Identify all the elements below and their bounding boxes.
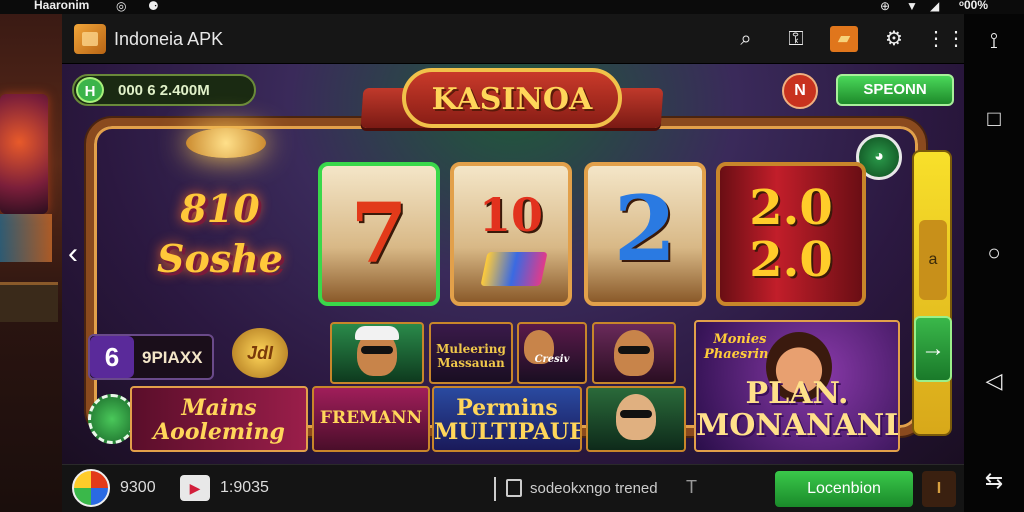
document-icon[interactable] xyxy=(506,479,522,497)
tile-caption: PLAN. MONANANL xyxy=(696,376,900,443)
game-tile-player-5[interactable] xyxy=(586,386,686,452)
bottom-counter-1: 9300 xyxy=(120,479,156,496)
lock-person-icon[interactable]: ⚿ xyxy=(782,26,810,52)
location-button[interactable]: Locenbion xyxy=(775,471,913,507)
menu-button[interactable]: I xyxy=(922,471,956,507)
game-ball-icon[interactable] xyxy=(72,469,110,507)
notification-icon-2: ⚈ xyxy=(148,0,159,13)
screen: Haaronim ◎ ⚈ ⊕ ▼ ◢ ᵒ00% Indoneia APK ⌕ ⚿… xyxy=(0,0,1024,512)
tile-caption: Permins MULTIPAUEN xyxy=(434,395,580,445)
wifi-icon: ⊕ xyxy=(880,0,891,13)
close-button[interactable]: N xyxy=(782,73,818,109)
player-avatar xyxy=(614,330,654,376)
game-tile-3[interactable]: Cresiv xyxy=(517,322,587,384)
app-bar: Indoneia APK ⌕ ⚿ ▰ ⚙ ⋮⋮ xyxy=(62,14,966,64)
circle-icon[interactable]: ○ xyxy=(964,240,1024,266)
system-nav-bar: ⟟ □ ○ ◁ ⇆ xyxy=(964,14,1024,512)
reel-4: 2.0 2.0 xyxy=(716,162,866,306)
reel-3: 2 xyxy=(584,162,706,306)
rotate-icon[interactable]: ⇆ xyxy=(964,468,1024,494)
bottom-status-text: sodeokxngo trened xyxy=(530,480,658,497)
background-slot-screen xyxy=(0,94,48,214)
game-tile-mains[interactable]: Mains Aooleming xyxy=(130,386,308,452)
battery-icon: ◢ xyxy=(930,0,940,13)
arrow-right-button[interactable]: → xyxy=(914,316,952,382)
game-title: KASINOA xyxy=(431,82,593,117)
reel-symbol: 2.0 2.0 xyxy=(749,180,833,288)
square-icon[interactable]: □ xyxy=(964,106,1024,132)
chevron-left-icon[interactable]: ‹ xyxy=(62,234,84,274)
player-avatar xyxy=(355,326,399,376)
level-label: 9PIAXX xyxy=(142,348,203,367)
reel-symbol: 7 xyxy=(350,186,408,282)
spin-button[interactable]: SPEONN xyxy=(836,74,954,106)
battery-percent: ᵒ00% xyxy=(959,0,988,12)
notification-icon: ◎ xyxy=(116,0,127,13)
play-icon[interactable]: ▶ xyxy=(180,475,210,501)
grid-icon[interactable]: ⋮⋮ xyxy=(926,26,966,52)
status-bar: Haaronim ◎ ⚈ ⊕ ▼ ◢ ᵒ00% xyxy=(0,0,1024,14)
coin-icon: H xyxy=(76,77,104,103)
background-slot-panel xyxy=(0,214,52,262)
gold-bars-icon xyxy=(480,252,548,286)
game-tile-player-1[interactable] xyxy=(330,322,424,384)
game-tile-2[interactable]: Muleering Massauan xyxy=(429,322,513,384)
bottom-bar: 9300 ▶ 1:9035 sodeokxngo trened T Locenb… xyxy=(62,464,964,512)
balance-display[interactable]: H 000 6 2.400M xyxy=(72,74,256,106)
tile-caption: Cresiv xyxy=(534,354,570,365)
green-chip-icon[interactable] xyxy=(88,394,136,444)
divider xyxy=(494,477,496,501)
flag-icon[interactable]: ▰ xyxy=(830,26,858,52)
game-tile-4[interactable] xyxy=(592,322,676,384)
status-left-text: Haaronim xyxy=(34,0,90,12)
game-title-banner: KASINOA xyxy=(360,68,664,134)
signal-icon: ▼ xyxy=(906,0,918,13)
search-icon[interactable]: ⌕ xyxy=(732,26,760,52)
bottom-counter-2: 1:9035 xyxy=(220,479,269,496)
pin-icon[interactable]: T xyxy=(686,477,697,498)
lamp-light xyxy=(186,128,266,158)
balance-text: 000 6 2.400M xyxy=(118,82,210,99)
tile-caption: Mains Aooleming xyxy=(153,395,285,445)
reel-2: 10 xyxy=(450,162,572,306)
game-logo: 810 Soshe xyxy=(157,186,283,281)
gold-coin-icon[interactable]: JdI xyxy=(232,328,288,378)
game-area: H 000 6 2.400M KASINOA N SPEONN ◕ 810 So… xyxy=(62,64,964,464)
featured-game-tile[interactable]: Monies Phaesrins PLAN. MONANANL xyxy=(694,320,900,452)
accessibility-icon[interactable]: ⟟ xyxy=(964,28,1024,54)
level-badge[interactable]: 6 9PIAXX xyxy=(88,334,214,380)
tile-top-caption: Monies Phaesrins xyxy=(704,332,776,362)
game-tile-fremann[interactable]: FREMANN xyxy=(312,386,430,452)
side-slot: a xyxy=(919,220,947,300)
game-tile-permins[interactable]: Permins MULTIPAUEN xyxy=(432,386,582,452)
gear-icon[interactable]: ⚙ xyxy=(880,26,908,52)
reel-symbol: 2 xyxy=(613,176,677,282)
reel-symbol: 10 xyxy=(478,188,543,242)
background-slot-tray xyxy=(0,282,58,322)
level-number: 6 xyxy=(90,336,134,378)
tile-caption: FREMANN xyxy=(319,408,423,428)
app-logo-icon xyxy=(74,24,106,54)
app-title: Indoneia APK xyxy=(114,29,224,49)
side-lever-panel[interactable]: a xyxy=(912,150,952,436)
back-icon[interactable]: ◁ xyxy=(964,368,1024,394)
reel-1: 7 xyxy=(318,162,440,306)
background-slot-machine xyxy=(0,14,62,512)
player-avatar xyxy=(616,394,656,440)
tile-caption: Muleering Massauan xyxy=(436,342,506,370)
